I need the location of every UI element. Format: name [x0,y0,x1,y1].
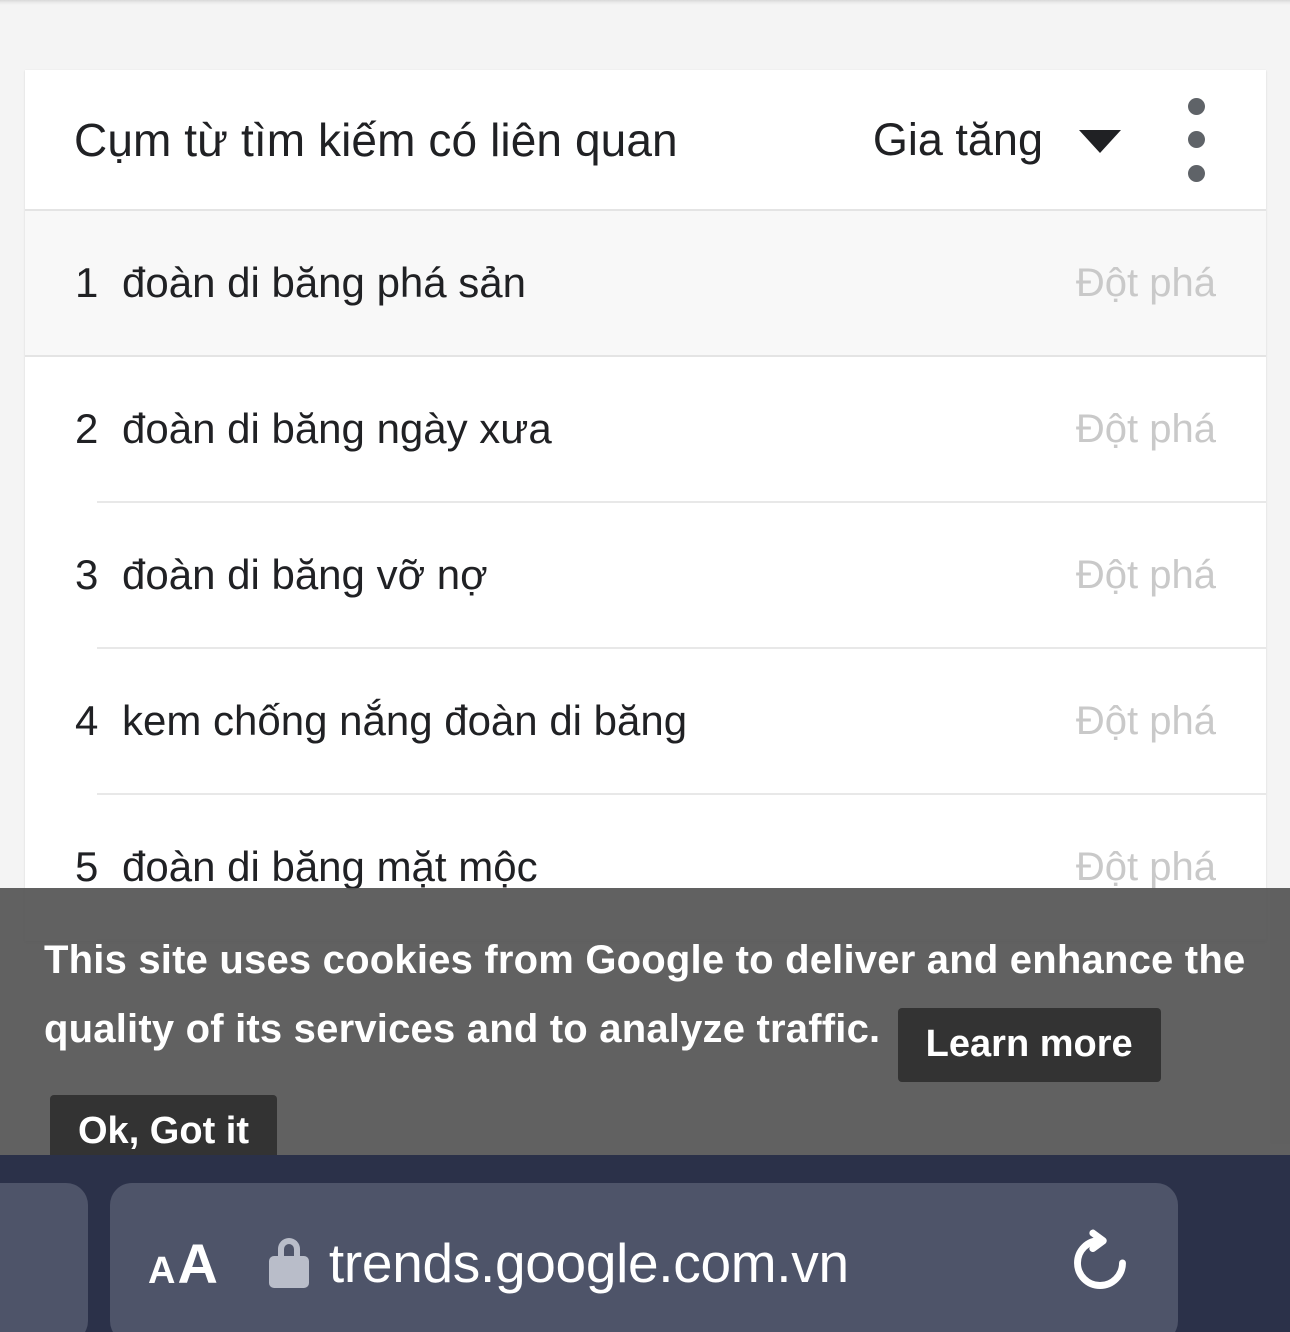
row-rank: 4 [75,697,99,744]
status-badge: Đột phá [1075,844,1216,889]
learn-more-button[interactable]: Learn more [897,1008,1161,1082]
row-rank: 5 [75,843,99,890]
lock-body [268,1256,309,1288]
card-header: Cụm từ tìm kiếm có liên quan Gia tăng [25,70,1266,211]
webview-content: Cụm từ tìm kiếm có liên quan Gia tăng 1 … [0,0,1290,1155]
more-vert-icon[interactable] [1178,97,1214,182]
lock-icon [268,1238,309,1288]
row-term: kem chống nắng đoàn di băng [122,697,688,744]
status-badge: Đột phá [1075,260,1216,305]
table-row[interactable]: 4 kem chống nắng đoàn di băng Đột phá [25,649,1266,793]
text-size-large-a: A [177,1231,218,1295]
row-term: đoàn di băng vỡ nợ [122,551,488,598]
kebab-dot-2 [1187,131,1205,148]
row-rank: 3 [75,551,99,598]
row-term: đoàn di băng mặt mộc [122,843,538,890]
row-rank: 2 [75,405,99,452]
kebab-dot-1 [1187,97,1205,115]
table-row[interactable]: 2 đoàn di băng ngày xưa Đột phá [25,357,1266,501]
related-queries-card: Cụm từ tìm kiếm có liên quan Gia tăng 1 … [25,70,1266,941]
sort-dropdown-label: Gia tăng [872,113,1043,165]
row-term: đoàn di băng phá sản [122,259,527,306]
page-top-shadow [0,0,1290,5]
kebab-dot-3 [1187,164,1205,182]
page-title: Cụm từ tìm kiếm có liên quan [74,113,678,166]
text-size-small-a: A [148,1249,176,1292]
table-row[interactable]: 1 đoàn di băng phá sản Đột phá [25,211,1266,355]
row-term: đoàn di băng ngày xưa [122,405,552,452]
text-size-button[interactable]: A A [148,1231,218,1296]
status-badge: Đột phá [1075,698,1216,743]
reload-icon[interactable] [1064,1227,1136,1299]
chevron-down-icon [1079,130,1121,153]
status-badge: Đột phá [1075,406,1216,451]
ok-got-it-button[interactable]: Ok, Got it [50,1095,277,1155]
url-text: trends.google.com.vn [328,1232,849,1294]
status-badge: Đột phá [1075,552,1216,597]
address-bar[interactable]: A A trends.google.com.vn [110,1183,1178,1332]
sort-dropdown[interactable]: Gia tăng [873,114,1121,166]
cookie-consent-banner: This site uses cookies from Google to de… [0,888,1290,1155]
table-row[interactable]: 3 đoàn di băng vỡ nợ Đột phá [25,503,1266,647]
cookie-banner-text: This site uses cookies from Google to de… [44,926,1246,1155]
row-rank: 1 [75,259,99,306]
adjacent-tab[interactable] [0,1183,88,1332]
